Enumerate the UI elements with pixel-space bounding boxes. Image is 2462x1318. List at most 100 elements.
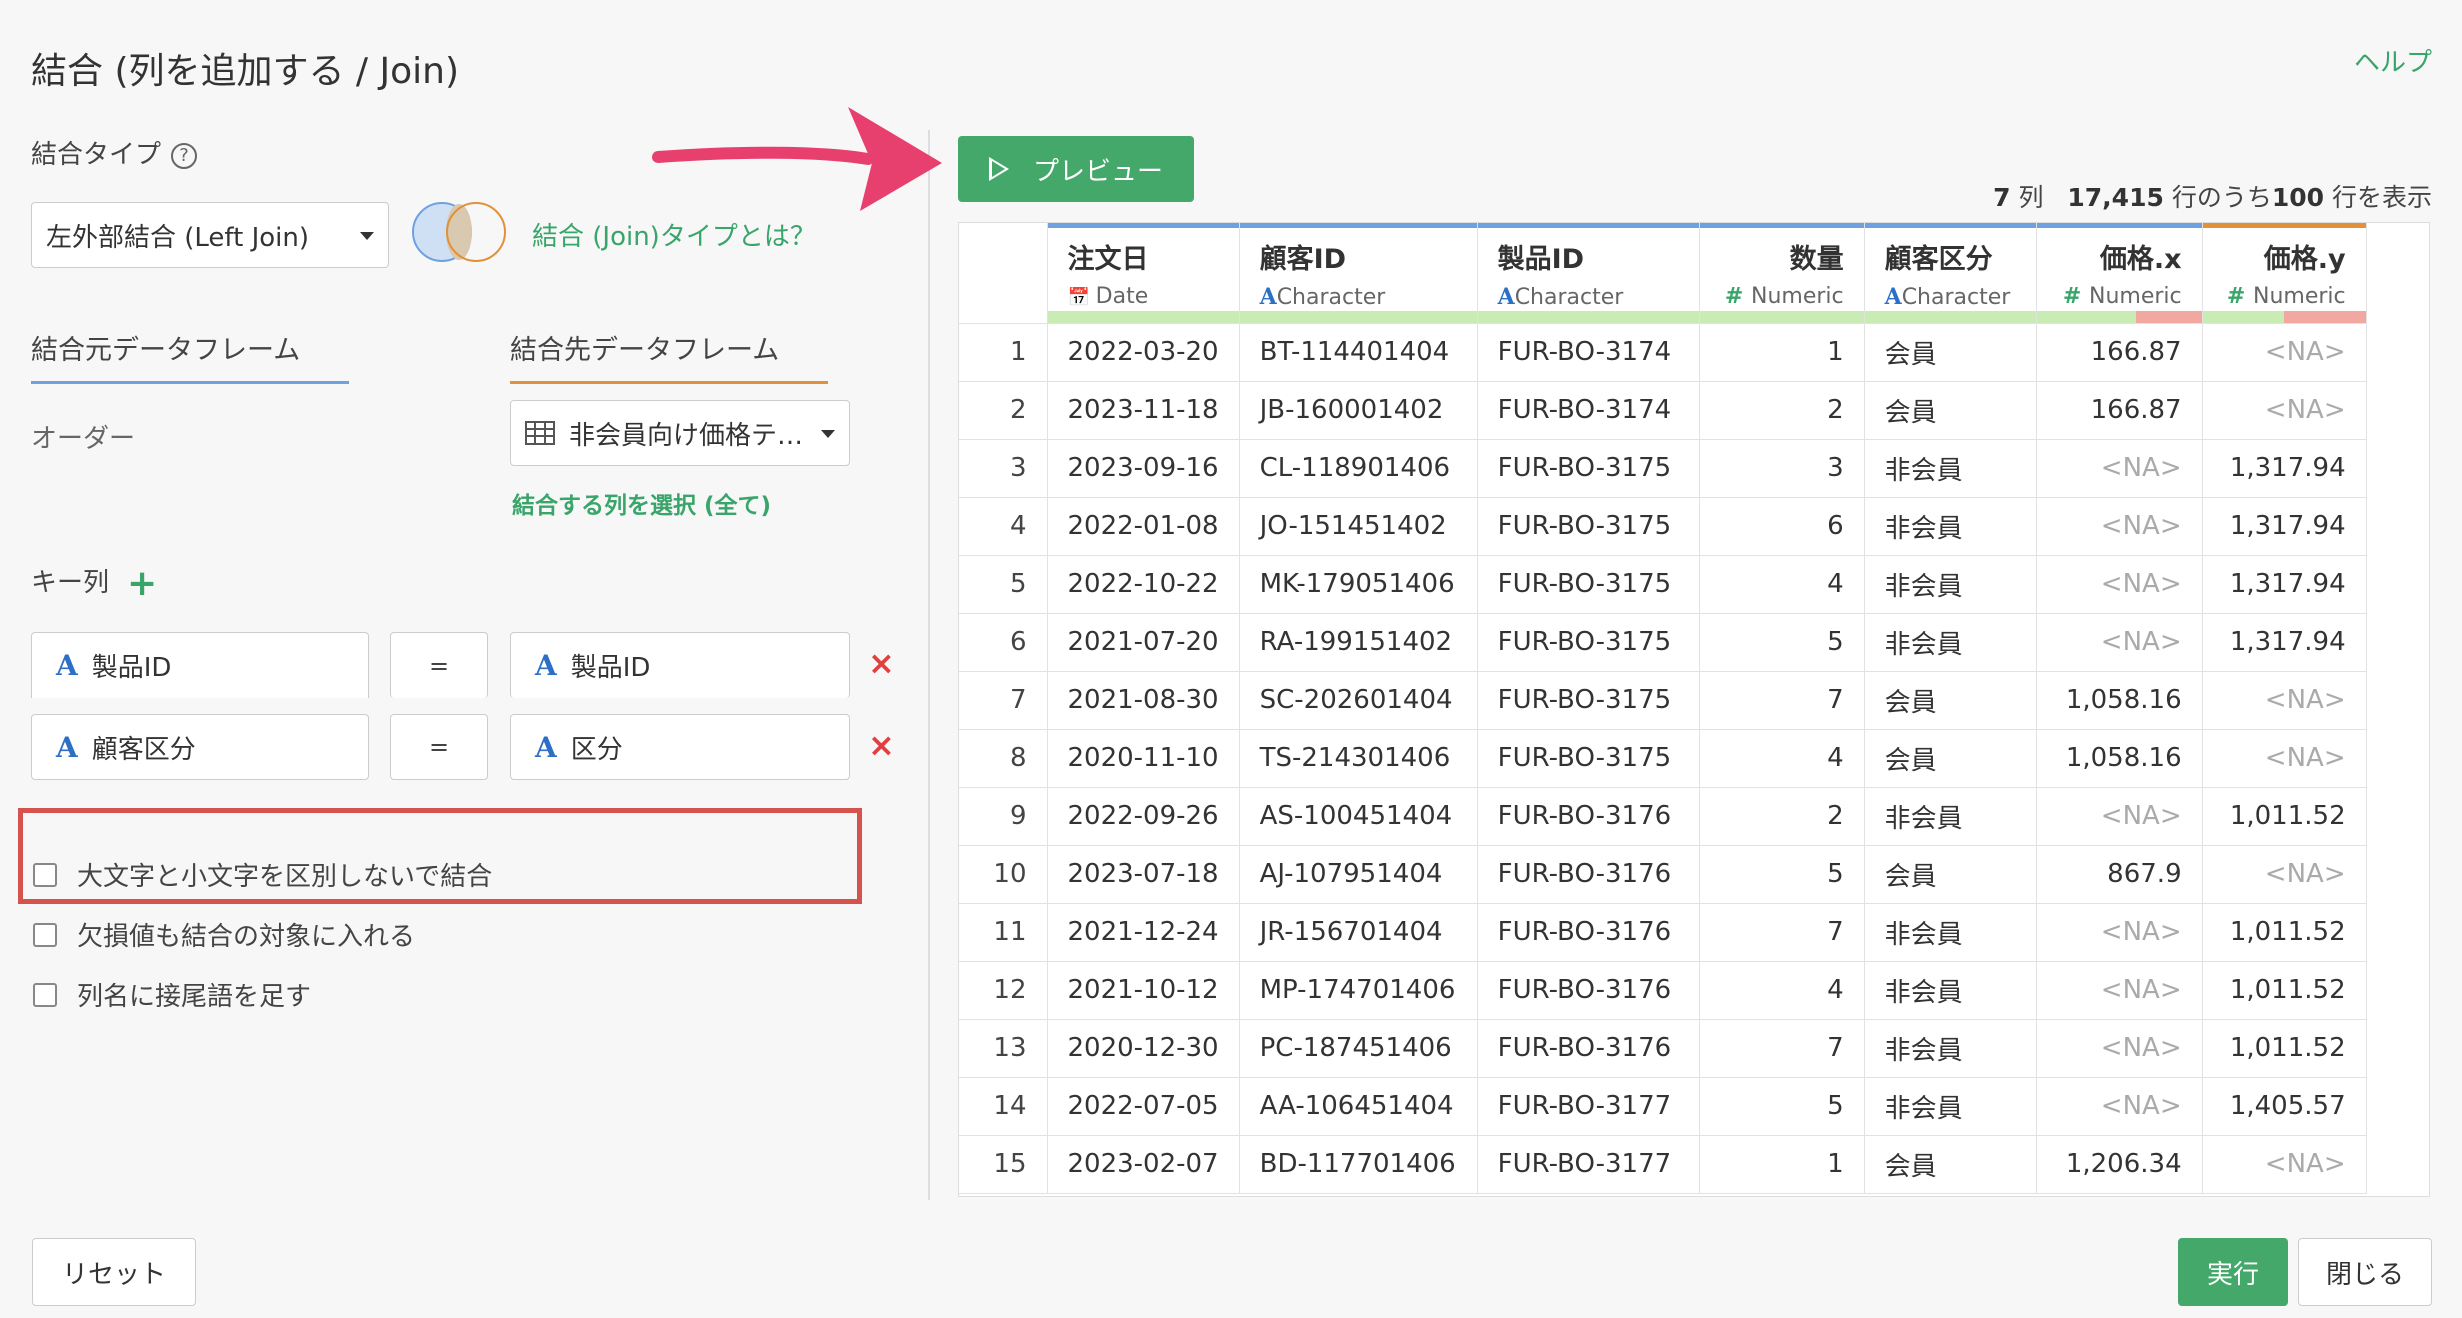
option-add-suffix[interactable]: 列名に接尾語を足す xyxy=(33,976,311,1013)
join-settings-panel: 結合タイプ? 左外部結合 (Left Join) 結合 (Join)タイプとは？… xyxy=(0,110,900,1200)
column-header[interactable]: 顧客区分 ACharacter xyxy=(1864,223,2037,324)
checkbox[interactable] xyxy=(33,922,57,947)
table-row[interactable]: 10 2023-07-18 AJ-107951404 FUR-BO-3176 5 会員 86… xyxy=(959,845,2367,904)
table-row[interactable]: 2 2023-11-18 JB-160001402 FUR-BO-3174 2 会員 166… xyxy=(959,381,2367,440)
key-right-select-1[interactable]: A 製品ID xyxy=(510,632,850,698)
table-row[interactable]: 1 2022-03-20 BT-114401404 FUR-BO-3174 1 会員 166… xyxy=(959,323,2367,382)
table-cell: PC-187451406 xyxy=(1239,1019,1478,1078)
join-type-info-link[interactable]: 結合 (Join)タイプとは？ xyxy=(532,216,816,253)
column-header[interactable]: 顧客ID ACharacter xyxy=(1239,223,1478,324)
table-row[interactable]: 11 2021-12-24 JR-156701404 FUR-BO-3176 7 非会員 <… xyxy=(959,903,2367,962)
table-row[interactable]: 5 2022-10-22 MK-179051406 FUR-BO-3175 4 非会員 <N… xyxy=(959,555,2367,614)
close-button[interactable]: 閉じる xyxy=(2298,1238,2432,1306)
table-row[interactable]: 15 2023-02-07 BD-117701406 FUR-BO-3177 1 会員 1,… xyxy=(959,1135,2367,1194)
column-header[interactable]: 注文日 📅 Date xyxy=(1047,223,1240,324)
column-header[interactable]: 数量 # Numeric xyxy=(1699,223,1865,324)
table-body: 1 2022-03-20 BT-114401404 FUR-BO-3174 1 会員 166… xyxy=(959,323,2367,1194)
table-row[interactable]: 14 2022-07-05 AA-106451404 FUR-BO-3177 5 非会員 <… xyxy=(959,1077,2367,1136)
table-cell: 会員 xyxy=(1864,671,2037,730)
checkbox[interactable] xyxy=(33,982,57,1007)
tab-target-dataframe[interactable]: 結合先データフレーム xyxy=(510,328,828,384)
table-row[interactable]: 4 2022-01-08 JO-151451402 FUR-BO-3175 6 非会員 <N… xyxy=(959,497,2367,556)
table-cell: 非会員 xyxy=(1864,961,2037,1020)
table-row[interactable]: 9 2022-09-26 AS-100451404 FUR-BO-3176 2 非会員 <N… xyxy=(959,787,2367,846)
table-cell: 6 xyxy=(1699,497,1865,556)
column-type: # Numeric xyxy=(2057,284,2182,309)
preview-grid: 注文日 📅 Date 顧客ID ACharacter 製品ID ACharacter 数量 #… xyxy=(959,223,2367,1194)
table-row[interactable]: 12 2021-10-12 MP-174701406 FUR-BO-3176 4 非会員 <… xyxy=(959,961,2367,1020)
delete-key-icon[interactable]: × xyxy=(868,726,895,764)
numeric-icon: # xyxy=(2226,284,2253,309)
table-cell: <NA> xyxy=(2202,1135,2367,1194)
table-cell: FUR-BO-3175 xyxy=(1477,439,1700,498)
table-cell: FUR-BO-3176 xyxy=(1477,903,1700,962)
target-dataframe-selected: 非会員向け価格テ… xyxy=(569,420,804,451)
join-type-selected: 左外部結合 (Left Join) xyxy=(46,222,310,253)
join-type-select[interactable]: 左外部結合 (Left Join) xyxy=(31,202,389,268)
column-color-bar xyxy=(1864,223,2036,228)
table-cell: <NA> xyxy=(2036,903,2203,962)
table-row[interactable]: 8 2020-11-10 TS-214301406 FUR-BO-3175 4 会員 1,0… xyxy=(959,729,2367,788)
column-header[interactable]: 製品ID ACharacter xyxy=(1477,223,1700,324)
column-color-bar xyxy=(2036,223,2202,228)
delete-key-icon[interactable]: × xyxy=(868,644,895,682)
table-cell: CL-118901406 xyxy=(1239,439,1478,498)
key-left-select-1[interactable]: A 製品ID xyxy=(31,632,369,698)
tab-source-dataframe[interactable]: 結合元データフレーム xyxy=(31,328,349,384)
run-button[interactable]: 実行 xyxy=(2178,1238,2288,1306)
table-cell: JB-160001402 xyxy=(1239,381,1478,440)
table-cell: FUR-BO-3176 xyxy=(1477,961,1700,1020)
table-cell: <NA> xyxy=(2202,323,2367,382)
table-row[interactable]: 6 2021-07-20 RA-199151402 FUR-BO-3175 5 非会員 <N… xyxy=(959,613,2367,672)
row-number: 11 xyxy=(959,903,1048,962)
key-right-select-2[interactable]: A 区分 xyxy=(510,714,850,780)
table-row[interactable]: 7 2021-08-30 SC-202601404 FUR-BO-3175 7 会員 1,0… xyxy=(959,671,2367,730)
column-color-bar xyxy=(2202,223,2366,228)
table-cell: 2023-09-16 xyxy=(1047,439,1240,498)
option-include-missing[interactable]: 欠損値も結合の対象に入れる xyxy=(33,916,415,953)
add-key-icon[interactable]: + xyxy=(127,563,157,604)
table-cell: 非会員 xyxy=(1864,613,2037,672)
arrow-annotation xyxy=(652,107,942,211)
table-cell: FUR-BO-3175 xyxy=(1477,555,1700,614)
table-cell: <NA> xyxy=(2036,555,2203,614)
table-cell: BT-114401404 xyxy=(1239,323,1478,382)
checkbox[interactable] xyxy=(33,862,57,887)
help-icon[interactable]: ? xyxy=(171,142,198,169)
table-row[interactable]: 13 2020-12-30 PC-187451406 FUR-BO-3176 7 非会員 <… xyxy=(959,1019,2367,1078)
calendar-icon: 📅 xyxy=(1067,287,1096,308)
column-quality-bar xyxy=(1864,310,2036,323)
row-number: 6 xyxy=(959,613,1048,672)
table-cell: <NA> xyxy=(2036,961,2203,1020)
select-columns-link[interactable]: 結合する列を選択 (全て) xyxy=(512,486,771,520)
key-left-select-2[interactable]: A 顧客区分 xyxy=(31,714,369,780)
column-type: # Numeric xyxy=(2223,284,2346,309)
column-color-bar xyxy=(1477,223,1699,228)
table-cell: 7 xyxy=(1699,903,1865,962)
preview-button[interactable]: プレビュー xyxy=(958,136,1194,202)
table-cell: 3 xyxy=(1699,439,1865,498)
key-columns-label-text: キー列 xyxy=(31,568,110,598)
column-header[interactable]: 価格.x # Numeric xyxy=(2036,223,2203,324)
join-type-label-text: 結合タイプ xyxy=(31,140,162,170)
table-cell: <NA> xyxy=(2036,497,2203,556)
option-case-insensitive[interactable]: 大文字と小文字を区別しないで結合 xyxy=(33,856,492,893)
join-type-label: 結合タイプ? xyxy=(31,134,198,171)
row-count-text: 行のうち xyxy=(2171,183,2272,212)
reset-button[interactable]: リセット xyxy=(32,1238,196,1306)
column-header[interactable]: 価格.y # Numeric xyxy=(2202,223,2367,324)
table-cell: 4 xyxy=(1699,961,1865,1020)
table-row[interactable]: 3 2023-09-16 CL-118901406 FUR-BO-3175 3 非会員 <N… xyxy=(959,439,2367,498)
total-row-count: 17,415 xyxy=(2067,183,2164,212)
table-cell: 非会員 xyxy=(1864,1019,2037,1078)
key-right-label-2: 区分 xyxy=(570,734,623,765)
table-cell: 5 xyxy=(1699,613,1865,672)
column-type: ACharacter xyxy=(1885,284,2016,310)
preview-table[interactable]: 注文日 📅 Date 顧客ID ACharacter 製品ID ACharacter 数量 #… xyxy=(958,222,2430,1197)
table-cell: BD-117701406 xyxy=(1239,1135,1478,1194)
row-number: 2 xyxy=(959,381,1048,440)
row-count-info: 7 列 17,415 行のうち100 行を表示 xyxy=(1993,178,2432,214)
target-dataframe-select[interactable]: 非会員向け価格テ… xyxy=(510,400,850,466)
help-link[interactable]: ヘルプ xyxy=(2354,42,2432,79)
shown-row-count: 100 xyxy=(2271,183,2325,212)
